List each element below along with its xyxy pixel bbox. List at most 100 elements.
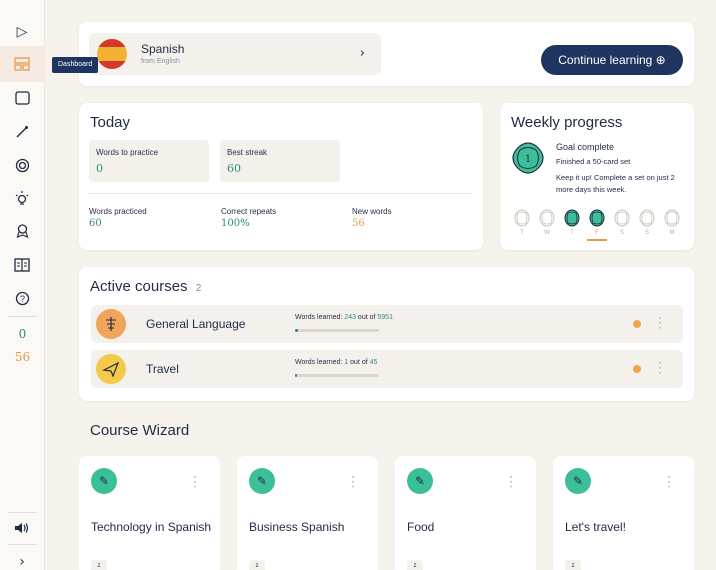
target-icon[interactable] bbox=[12, 155, 32, 175]
magic-wand-icon: ✎ bbox=[407, 468, 433, 494]
wizard-card[interactable]: ✎ · · · Technology in Spanish z bbox=[79, 456, 220, 570]
wizard-card-tag: z bbox=[407, 560, 423, 570]
weekly-title: Weekly progress bbox=[511, 114, 623, 131]
wizard-card-title: Business Spanish bbox=[249, 520, 345, 534]
words-practiced-value: 60 bbox=[89, 218, 102, 229]
course-total-count: 45 bbox=[369, 359, 378, 366]
day-complete-icon bbox=[589, 209, 605, 227]
course-general-icon bbox=[96, 309, 126, 339]
status-dot bbox=[633, 365, 641, 373]
sidebar-practice-count: 0 bbox=[18, 327, 27, 341]
course-wizard-title: Course Wizard bbox=[90, 422, 190, 439]
speaker-icon[interactable] bbox=[12, 518, 32, 538]
today-divider bbox=[89, 193, 473, 194]
correct-repeats-value: 100% bbox=[221, 218, 250, 229]
sidebar-divider bbox=[8, 316, 37, 317]
magic-wand-icon: ✎ bbox=[91, 468, 117, 494]
new-words-value: 56 bbox=[352, 218, 365, 229]
weekday-label: M bbox=[669, 230, 675, 236]
sidebar-divider-bottom bbox=[8, 512, 37, 513]
award-icon[interactable] bbox=[12, 220, 32, 240]
day-empty-icon bbox=[639, 209, 655, 227]
course-total-count: 5951 bbox=[377, 314, 393, 321]
goal-subtitle: Finished a 50-card set bbox=[556, 157, 631, 166]
words-to-practice-label: Words to practice bbox=[96, 148, 159, 157]
expand-sidebar-icon[interactable]: ▷ bbox=[12, 22, 32, 42]
course-progress-bar bbox=[295, 374, 379, 377]
sidebar-streak-count: 56 bbox=[14, 350, 31, 364]
more-options-icon[interactable]: · · · bbox=[350, 471, 356, 493]
wizard-card-tag: z bbox=[565, 560, 581, 570]
bulb-icon[interactable] bbox=[12, 188, 32, 208]
weekday-label: F bbox=[595, 230, 599, 236]
dashboard-tooltip: Dashboard bbox=[52, 57, 99, 73]
wand-icon[interactable] bbox=[12, 122, 32, 142]
weekly-progress-card: Weekly progress 1 Goal complete Finished… bbox=[500, 103, 694, 250]
course-name: General Language bbox=[146, 317, 246, 331]
best-streak-box: Best streak 60 bbox=[220, 140, 340, 182]
today-indicator bbox=[587, 239, 607, 241]
language-source: from English bbox=[141, 58, 180, 65]
wizard-card[interactable]: ✎ · · · Let's travel! z bbox=[553, 456, 694, 570]
active-courses-card: Active courses 2 General Language Words … bbox=[79, 267, 694, 401]
wizard-card-title: Food bbox=[407, 520, 435, 534]
course-name: Travel bbox=[146, 362, 179, 376]
course-progress-text: Words learned: 1 out of 45 bbox=[295, 359, 377, 366]
course-progress-prefix: Words learned: bbox=[295, 314, 345, 321]
course-progress-fill bbox=[295, 374, 297, 377]
course-progress-fill bbox=[295, 329, 299, 332]
magic-wand-icon: ✎ bbox=[565, 468, 591, 494]
active-courses-count: 2 bbox=[195, 283, 202, 294]
weekday-label: S bbox=[644, 230, 649, 236]
best-streak-label: Best streak bbox=[227, 148, 268, 157]
expand-chevron-icon[interactable]: › bbox=[12, 552, 32, 570]
active-courses-title: Active courses 2 bbox=[90, 278, 201, 295]
language-selector[interactable]: Spanish from English › bbox=[89, 33, 381, 75]
wizard-card-title: Technology in Spanish bbox=[91, 520, 212, 534]
goal-message: Keep it up! Complete a set on just 2 mor… bbox=[556, 173, 675, 194]
today-title: Today bbox=[90, 114, 131, 131]
book-icon[interactable] bbox=[12, 255, 32, 275]
today-card: Today Words to practice 0 Best streak 60… bbox=[79, 103, 483, 250]
wizard-card[interactable]: ✎ · · · Business Spanish z bbox=[237, 456, 378, 570]
cards-icon[interactable] bbox=[12, 88, 32, 108]
plane-icon bbox=[96, 354, 126, 384]
status-dot bbox=[633, 320, 641, 328]
wizard-card-tag: z bbox=[249, 560, 265, 570]
new-words-label: New words bbox=[352, 207, 392, 216]
language-name: Spanish bbox=[141, 42, 185, 56]
active-courses-label: Active courses bbox=[90, 278, 188, 295]
more-options-icon[interactable]: · · · bbox=[192, 471, 198, 493]
sidebar-divider-bottom2 bbox=[8, 544, 37, 545]
svg-text:1: 1 bbox=[525, 154, 531, 165]
magic-wand-icon: ✎ bbox=[249, 468, 275, 494]
day-empty-icon bbox=[514, 209, 530, 227]
course-progress-mid: out of bbox=[348, 359, 370, 366]
weekday-label: T bbox=[520, 230, 524, 236]
course-row[interactable]: Travel Words learned: 1 out of 45 · · · bbox=[91, 350, 683, 388]
more-options-icon[interactable]: · · · bbox=[657, 357, 663, 379]
course-progress-text: Words learned: 243 out of 5951 bbox=[295, 314, 393, 321]
more-options-icon[interactable]: · · · bbox=[666, 471, 672, 493]
course-progress-bar bbox=[295, 329, 379, 332]
dashboard-icon[interactable] bbox=[12, 54, 32, 74]
svg-text:?: ? bbox=[19, 294, 24, 304]
goal-badge-icon: 1 bbox=[511, 141, 545, 175]
correct-repeats-label: Correct repeats bbox=[221, 207, 277, 216]
more-options-icon[interactable]: · · · bbox=[657, 312, 663, 334]
course-progress-mid: out of bbox=[355, 314, 378, 321]
day-complete-icon bbox=[564, 209, 580, 227]
chevron-right-icon: › bbox=[359, 46, 365, 61]
words-to-practice-box: Words to practice 0 bbox=[89, 140, 209, 182]
day-empty-icon bbox=[539, 209, 555, 227]
wizard-card-title: Let's travel! bbox=[565, 520, 626, 534]
more-options-icon[interactable]: · · · bbox=[508, 471, 514, 493]
wizard-card[interactable]: ✎ · · · Food z bbox=[395, 456, 536, 570]
words-practiced-label: Words practiced bbox=[89, 207, 147, 216]
sidebar: ▷ ? 0 56 › bbox=[0, 0, 45, 570]
weekday-label: S bbox=[619, 230, 624, 236]
help-icon[interactable]: ? bbox=[12, 288, 32, 308]
continue-learning-button[interactable]: Continue learning ⊕ bbox=[541, 45, 683, 75]
goal-title: Goal complete bbox=[556, 142, 615, 152]
course-row[interactable]: General Language Words learned: 243 out … bbox=[91, 305, 683, 343]
